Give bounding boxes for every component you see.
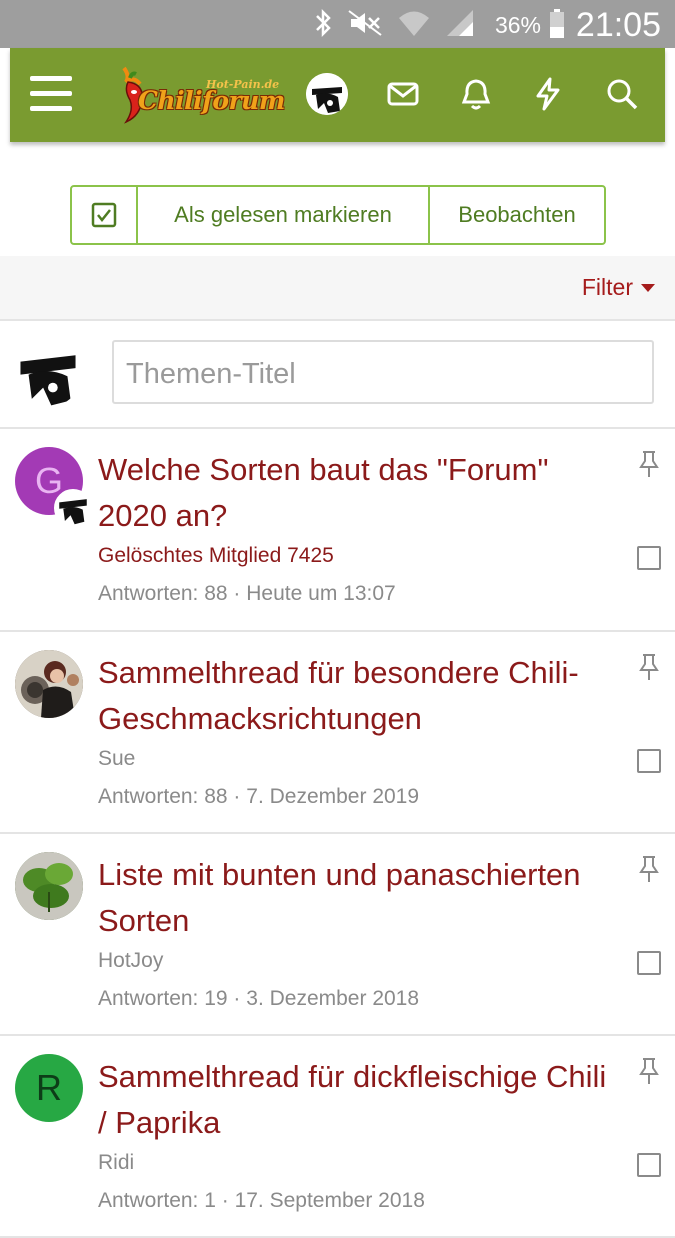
thread-meta: Antworten: 1 · 17. September 2018 bbox=[98, 1189, 425, 1212]
thread-item[interactable]: Sammelthread für besondere Chili-Geschma… bbox=[0, 632, 675, 834]
last-poster-avatar bbox=[54, 489, 92, 527]
thread-actions: Als gelesen markieren Beobachten bbox=[70, 185, 606, 245]
mail-icon[interactable] bbox=[385, 76, 421, 112]
thread-item[interactable]: G Welche Sorten baut das "Forum" 2020 an… bbox=[0, 429, 675, 632]
battery-icon bbox=[550, 9, 564, 38]
thread-author[interactable]: Gelöschtes Mitglied 7425 bbox=[98, 544, 334, 568]
caret-down-icon bbox=[641, 283, 655, 292]
thread-author[interactable]: Ridi bbox=[98, 1151, 134, 1175]
menu-icon[interactable] bbox=[30, 76, 74, 112]
avatar[interactable] bbox=[15, 852, 83, 920]
select-toggle-button[interactable] bbox=[72, 187, 138, 243]
thread-select-checkbox[interactable] bbox=[637, 749, 661, 773]
new-thread-row: Themen-Titel bbox=[0, 321, 675, 429]
filter-bar: Filter bbox=[0, 256, 675, 321]
harp-avatar-icon bbox=[59, 499, 87, 525]
thread-title[interactable]: Liste mit bunten und panaschierten Sorte… bbox=[98, 852, 618, 944]
thread-title[interactable]: Sammelthread für dickfleischige Chili / … bbox=[98, 1054, 618, 1146]
thread-author[interactable]: HotJoy bbox=[98, 949, 163, 973]
site-logo[interactable]: Hot-Pain.de Chiliforum bbox=[114, 66, 285, 124]
thread-meta: Antworten: 88 · Heute um 13:07 bbox=[98, 582, 396, 605]
photo-avatar-sue-icon bbox=[15, 650, 83, 718]
mute-icon bbox=[348, 10, 382, 36]
thread-select-checkbox[interactable] bbox=[637, 546, 661, 570]
thread-date: 17. September 2018 bbox=[234, 1189, 425, 1212]
avatar[interactable]: R bbox=[15, 1054, 83, 1122]
harp-avatar-icon bbox=[14, 339, 82, 407]
thread-title[interactable]: Welche Sorten baut das "Forum" 2020 an? bbox=[98, 447, 618, 539]
reply-count: Antworten: 88 bbox=[98, 582, 228, 605]
thread-date: 3. Dezember 2018 bbox=[246, 987, 420, 1010]
thread-title[interactable]: Sammelthread für besondere Chili-Geschma… bbox=[98, 650, 618, 742]
signal-icon bbox=[447, 10, 473, 36]
pin-icon bbox=[639, 1058, 659, 1084]
reply-count: Antworten: 88 bbox=[98, 785, 228, 808]
watch-button[interactable]: Beobachten bbox=[430, 187, 604, 243]
avatar[interactable] bbox=[15, 650, 83, 718]
site-header: Hot-Pain.de Chiliforum bbox=[10, 48, 665, 142]
mark-read-button[interactable]: Als gelesen markieren bbox=[138, 187, 430, 243]
reply-count: Antworten: 1 bbox=[98, 1189, 216, 1212]
lightning-icon[interactable] bbox=[530, 76, 566, 112]
thread-item[interactable]: Liste mit bunten und panaschierten Sorte… bbox=[0, 834, 675, 1036]
avatar-letter: R bbox=[36, 1067, 62, 1108]
reply-count: Antworten: 19 bbox=[98, 987, 228, 1010]
bell-icon[interactable] bbox=[458, 76, 494, 112]
thread-select-checkbox[interactable] bbox=[637, 951, 661, 975]
thread-item[interactable]: R Sammelthread für dickfleischige Chili … bbox=[0, 1036, 675, 1238]
status-icons bbox=[313, 8, 475, 38]
photo-avatar-plant-icon bbox=[15, 852, 83, 920]
thread-select-checkbox[interactable] bbox=[637, 1153, 661, 1177]
bluetooth-icon bbox=[316, 8, 331, 38]
thread-date: Heute um 13:07 bbox=[246, 582, 396, 605]
status-bar: 36% 21:05 bbox=[0, 0, 675, 48]
user-avatar[interactable] bbox=[306, 73, 348, 115]
clock: 21:05 bbox=[575, 6, 661, 44]
logo-text: Chiliforum bbox=[138, 86, 285, 115]
thread-author[interactable]: Sue bbox=[98, 747, 135, 771]
filter-label: Filter bbox=[581, 274, 633, 300]
user-avatar bbox=[14, 339, 82, 407]
pin-icon bbox=[639, 856, 659, 882]
battery-percent: 36% bbox=[494, 12, 541, 38]
filter-button[interactable]: Filter bbox=[582, 274, 655, 301]
search-icon[interactable] bbox=[604, 76, 640, 112]
thread-meta: Antworten: 19 · 3. Dezember 2018 bbox=[98, 987, 420, 1010]
pin-icon bbox=[639, 654, 659, 680]
thread-meta: Antworten: 88 · 7. Dezember 2019 bbox=[98, 785, 420, 808]
thread-title-input[interactable]: Themen-Titel bbox=[112, 340, 654, 404]
checkbox-checked-icon bbox=[91, 202, 117, 228]
thread-date: 7. Dezember 2019 bbox=[246, 785, 420, 808]
wifi-icon bbox=[399, 11, 429, 36]
harp-avatar-icon bbox=[306, 73, 348, 115]
pin-icon bbox=[639, 451, 659, 477]
